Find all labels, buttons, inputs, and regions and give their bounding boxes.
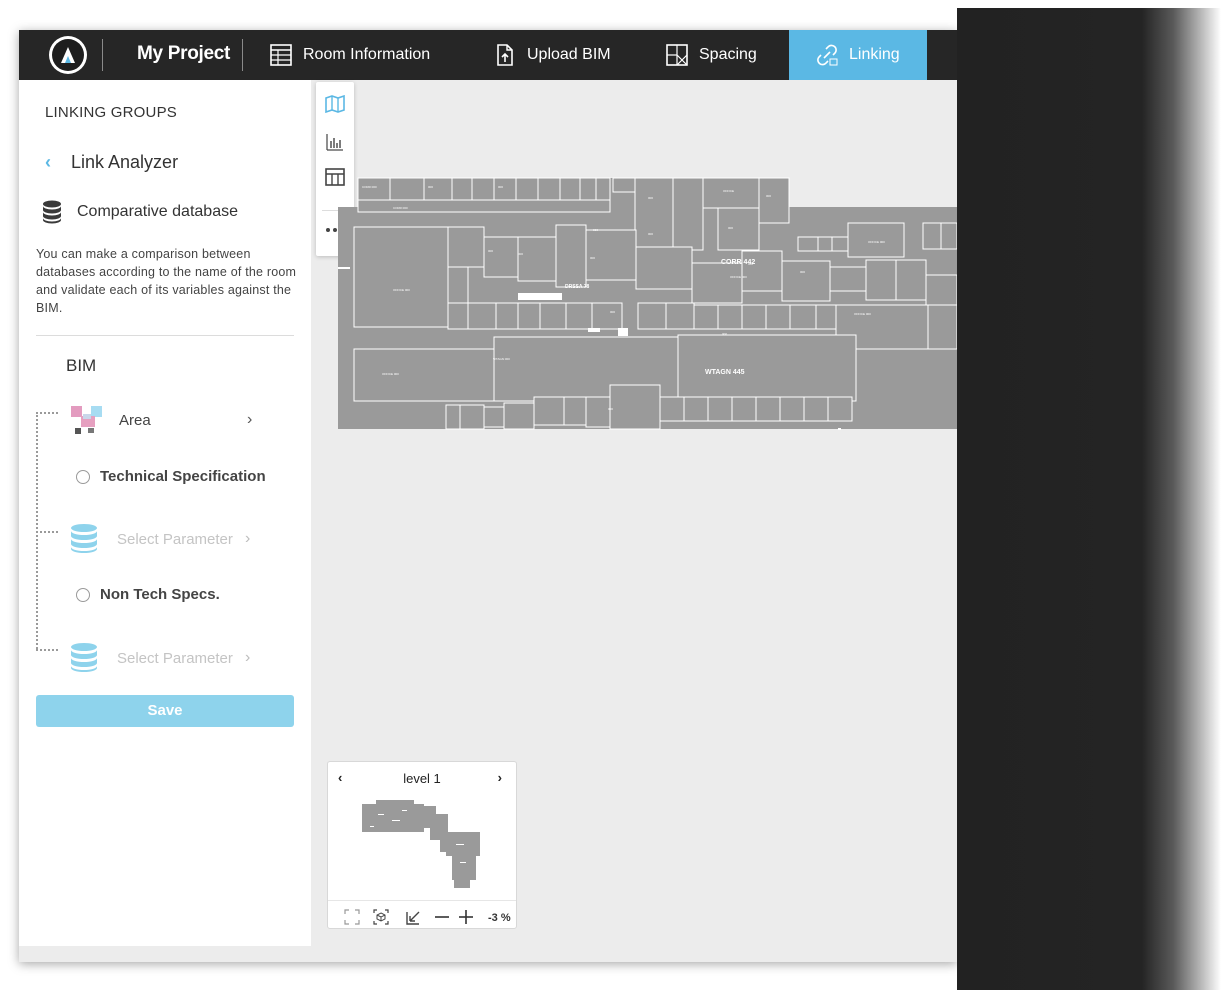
zoom-out-icon[interactable]	[434, 909, 450, 925]
area-selector[interactable]: Area ›	[69, 404, 252, 436]
minimap-toolbar: -3 %	[328, 900, 516, 931]
database-title: Comparative database	[77, 203, 238, 220]
spacing-icon	[666, 44, 688, 66]
bim-label: BIM	[66, 356, 97, 375]
divider	[36, 335, 294, 336]
svg-text:000: 000	[498, 185, 503, 189]
svg-text:000: 000	[728, 226, 733, 230]
select-parameter-non-tech[interactable]: Select Parameter ›	[69, 642, 250, 674]
panel-title: Link Analyzer	[71, 152, 179, 172]
svg-text:OFFICE 000: OFFICE 000	[393, 288, 410, 292]
map-view-button[interactable]	[323, 92, 347, 116]
svg-text:OFFICE: OFFICE	[723, 189, 734, 193]
zoom-in-icon[interactable]	[458, 909, 474, 925]
database-icon	[71, 643, 97, 672]
radio-button[interactable]	[76, 469, 90, 484]
tree-connector	[36, 531, 58, 533]
nav-upload-bim[interactable]: Upload BIM	[479, 30, 625, 80]
svg-text:000: 000	[766, 194, 771, 198]
table-icon	[270, 44, 292, 66]
nav-spacing[interactable]: Spacing	[651, 30, 771, 80]
database-icon	[71, 524, 97, 553]
svg-text:000: 000	[590, 256, 595, 260]
technical-specification-option[interactable]: Technical Specification	[76, 468, 266, 485]
svg-text:000: 000	[488, 249, 493, 253]
linking-panel: LINKING GROUPS ‹ Link Analyzer Comparati…	[19, 80, 311, 946]
fit-to-screen-icon[interactable]	[406, 909, 422, 925]
chevron-left-icon: ‹	[45, 152, 51, 172]
upload-file-icon	[497, 44, 513, 66]
non-tech-specs-option[interactable]: Non Tech Specs.	[76, 586, 220, 603]
chart-view-button[interactable]	[323, 130, 347, 154]
svg-text:OFFICE 000: OFFICE 000	[382, 372, 399, 376]
bar-chart-icon	[326, 134, 343, 151]
svg-text:000: 000	[800, 270, 805, 274]
area-icon	[71, 406, 102, 434]
floor-plan[interactable]: CORR 000 000 000 CORR 000 OFFICE 000 000 000 0…	[338, 175, 958, 430]
save-button[interactable]: Save	[36, 695, 294, 727]
chevron-right-icon: ›	[245, 649, 251, 666]
svg-text:OFFICE 000: OFFICE 000	[854, 312, 871, 316]
nav-label: Upload BIM	[527, 46, 611, 63]
divider	[242, 39, 243, 71]
database-icon	[43, 200, 61, 224]
panel-heading: LINKING GROUPS	[45, 104, 177, 121]
floor-plan-drawing: CORR 000 000 000 CORR 000 OFFICE 000 000 000 0…	[338, 177, 958, 430]
top-bar: My Project Room Information Upload BIM S…	[19, 30, 957, 80]
nav-label: Spacing	[699, 46, 757, 63]
chevron-right-icon[interactable]: ›	[498, 770, 502, 785]
3d-view-icon[interactable]	[373, 909, 389, 925]
nav-room-information[interactable]: Room Information	[255, 30, 444, 80]
tree-connector	[36, 412, 58, 414]
app-logo[interactable]	[49, 36, 87, 74]
level-minimap: ‹ level 1 › -3 %	[327, 761, 517, 929]
app-window: My Project Room Information Upload BIM S…	[19, 30, 958, 962]
svg-text:CORR 000: CORR 000	[393, 206, 408, 210]
overlay-panel	[957, 8, 1221, 990]
svg-text:000: 000	[518, 252, 523, 256]
zoom-level: -3 %	[488, 912, 511, 924]
nav-label: Linking	[849, 46, 900, 63]
svg-text:000: 000	[610, 310, 615, 314]
area-label: Area	[119, 411, 151, 429]
chevron-right-icon: ›	[247, 411, 253, 428]
room-label: CORR 442	[721, 259, 755, 266]
project-title[interactable]: My Project	[137, 43, 230, 65]
map-icon	[325, 95, 345, 113]
svg-text:000: 000	[722, 332, 727, 336]
divider	[102, 39, 103, 71]
svg-text:WTAGN 000: WTAGN 000	[493, 357, 510, 361]
panel-description: You can make a comparison between databa…	[36, 247, 297, 315]
technical-specification-label: Technical Specification	[100, 468, 266, 485]
level-label: level 1	[403, 771, 441, 786]
comparative-database-row: Comparative database	[41, 200, 238, 224]
nav-linking[interactable]: Linking	[789, 30, 927, 80]
svg-text:OFFICE 000: OFFICE 000	[868, 240, 885, 244]
room-label: WTAGN 445	[705, 369, 745, 376]
link-icon	[817, 44, 838, 66]
radio-button[interactable]	[76, 587, 90, 602]
select-parameter-label: Select Parameter	[117, 530, 233, 548]
tree-connector	[36, 649, 58, 651]
svg-text:000: 000	[648, 232, 653, 236]
back-button[interactable]: ‹ Link Analyzer	[45, 152, 178, 173]
non-tech-specs-label: Non Tech Specs.	[100, 586, 220, 603]
svg-text:CORR 000: CORR 000	[362, 185, 377, 189]
svg-text:OFFICE 000: OFFICE 000	[730, 275, 747, 279]
svg-text:000: 000	[648, 196, 653, 200]
level-switcher: ‹ level 1 ›	[328, 770, 516, 790]
chevron-right-icon: ›	[245, 530, 251, 547]
svg-text:000: 000	[593, 228, 598, 232]
room-label: DRSSA 78	[565, 284, 589, 290]
svg-text:000: 000	[428, 185, 433, 189]
fullscreen-icon[interactable]	[344, 909, 360, 925]
logo-icon	[52, 39, 84, 71]
select-parameter-label: Select Parameter	[117, 649, 233, 667]
select-parameter-technical[interactable]: Select Parameter ›	[69, 523, 250, 555]
svg-text:000: 000	[608, 407, 613, 411]
nav-label: Room Information	[303, 46, 431, 63]
minimap-plan[interactable]	[356, 796, 486, 891]
